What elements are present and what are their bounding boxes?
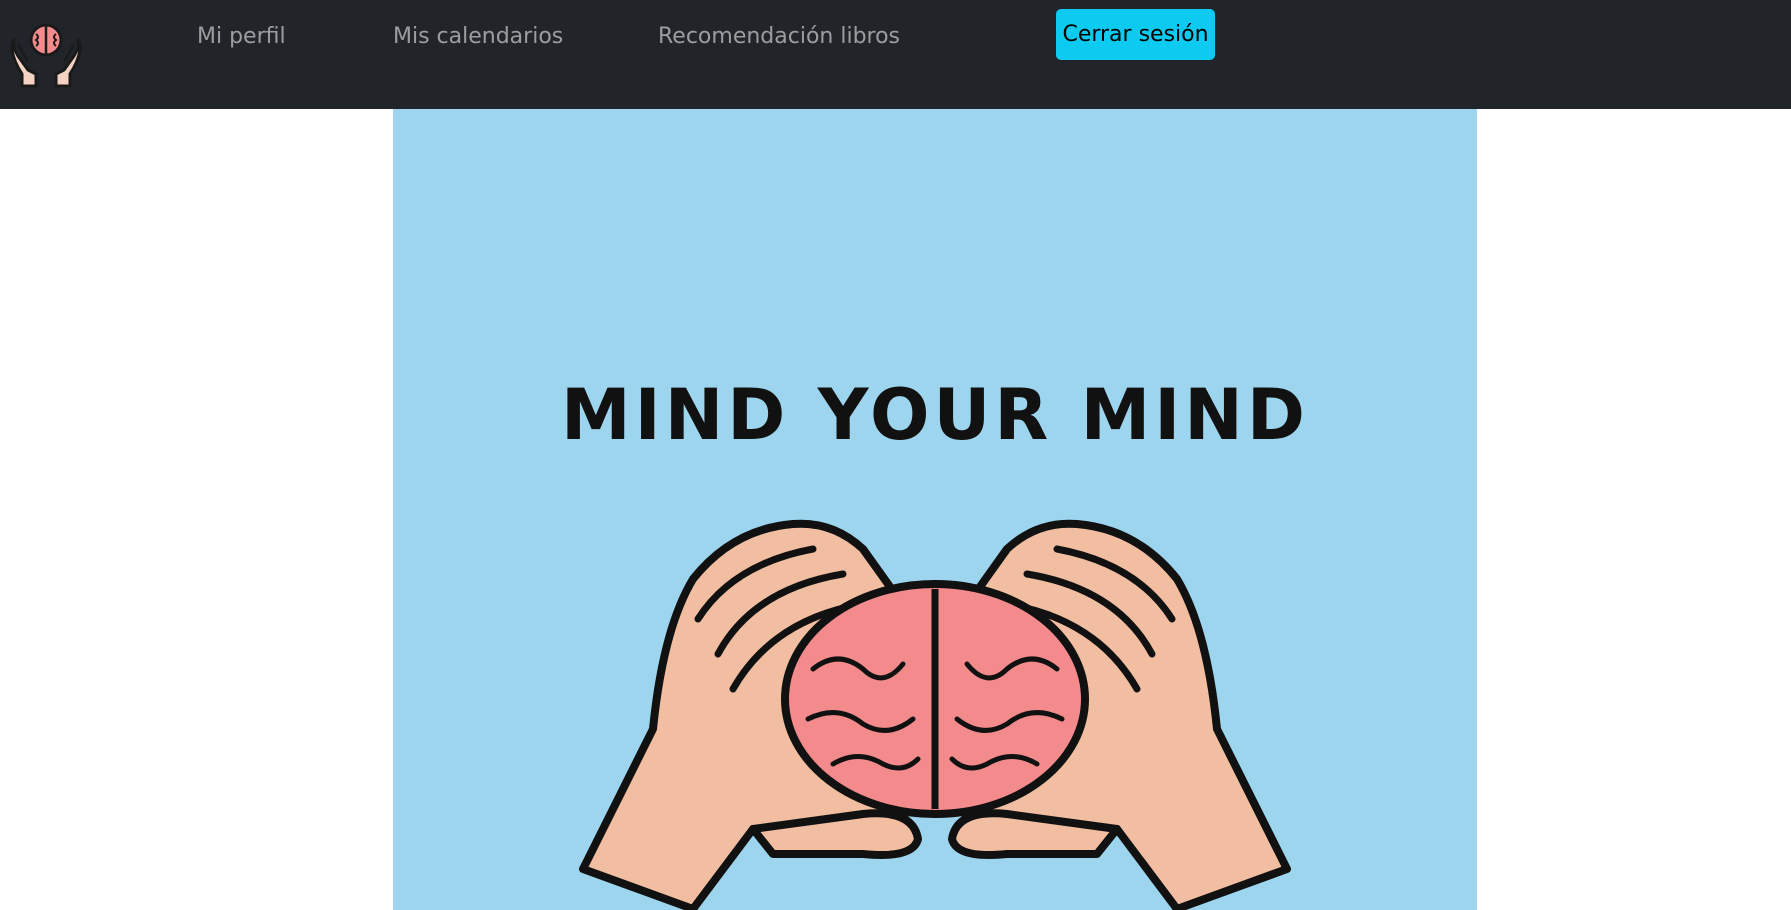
- nav-link-mis-calendarios[interactable]: Mis calendarios: [393, 22, 563, 52]
- top-navbar: Mi perfil Mis calendarios Recomendación …: [0, 0, 1791, 109]
- logout-button[interactable]: Cerrar sesión: [1056, 9, 1215, 60]
- hands-holding-brain-icon: MIND YOUR MIND: [561, 374, 1309, 910]
- hero-image: MIND YOUR MIND: [393, 109, 1477, 910]
- nav-link-mi-perfil[interactable]: Mi perfil: [197, 22, 286, 52]
- nav-link-recomendacion-libros[interactable]: Recomendación libros: [658, 22, 900, 52]
- brain-in-hands-icon[interactable]: [10, 20, 82, 88]
- headline-text: MIND YOUR MIND: [561, 374, 1309, 456]
